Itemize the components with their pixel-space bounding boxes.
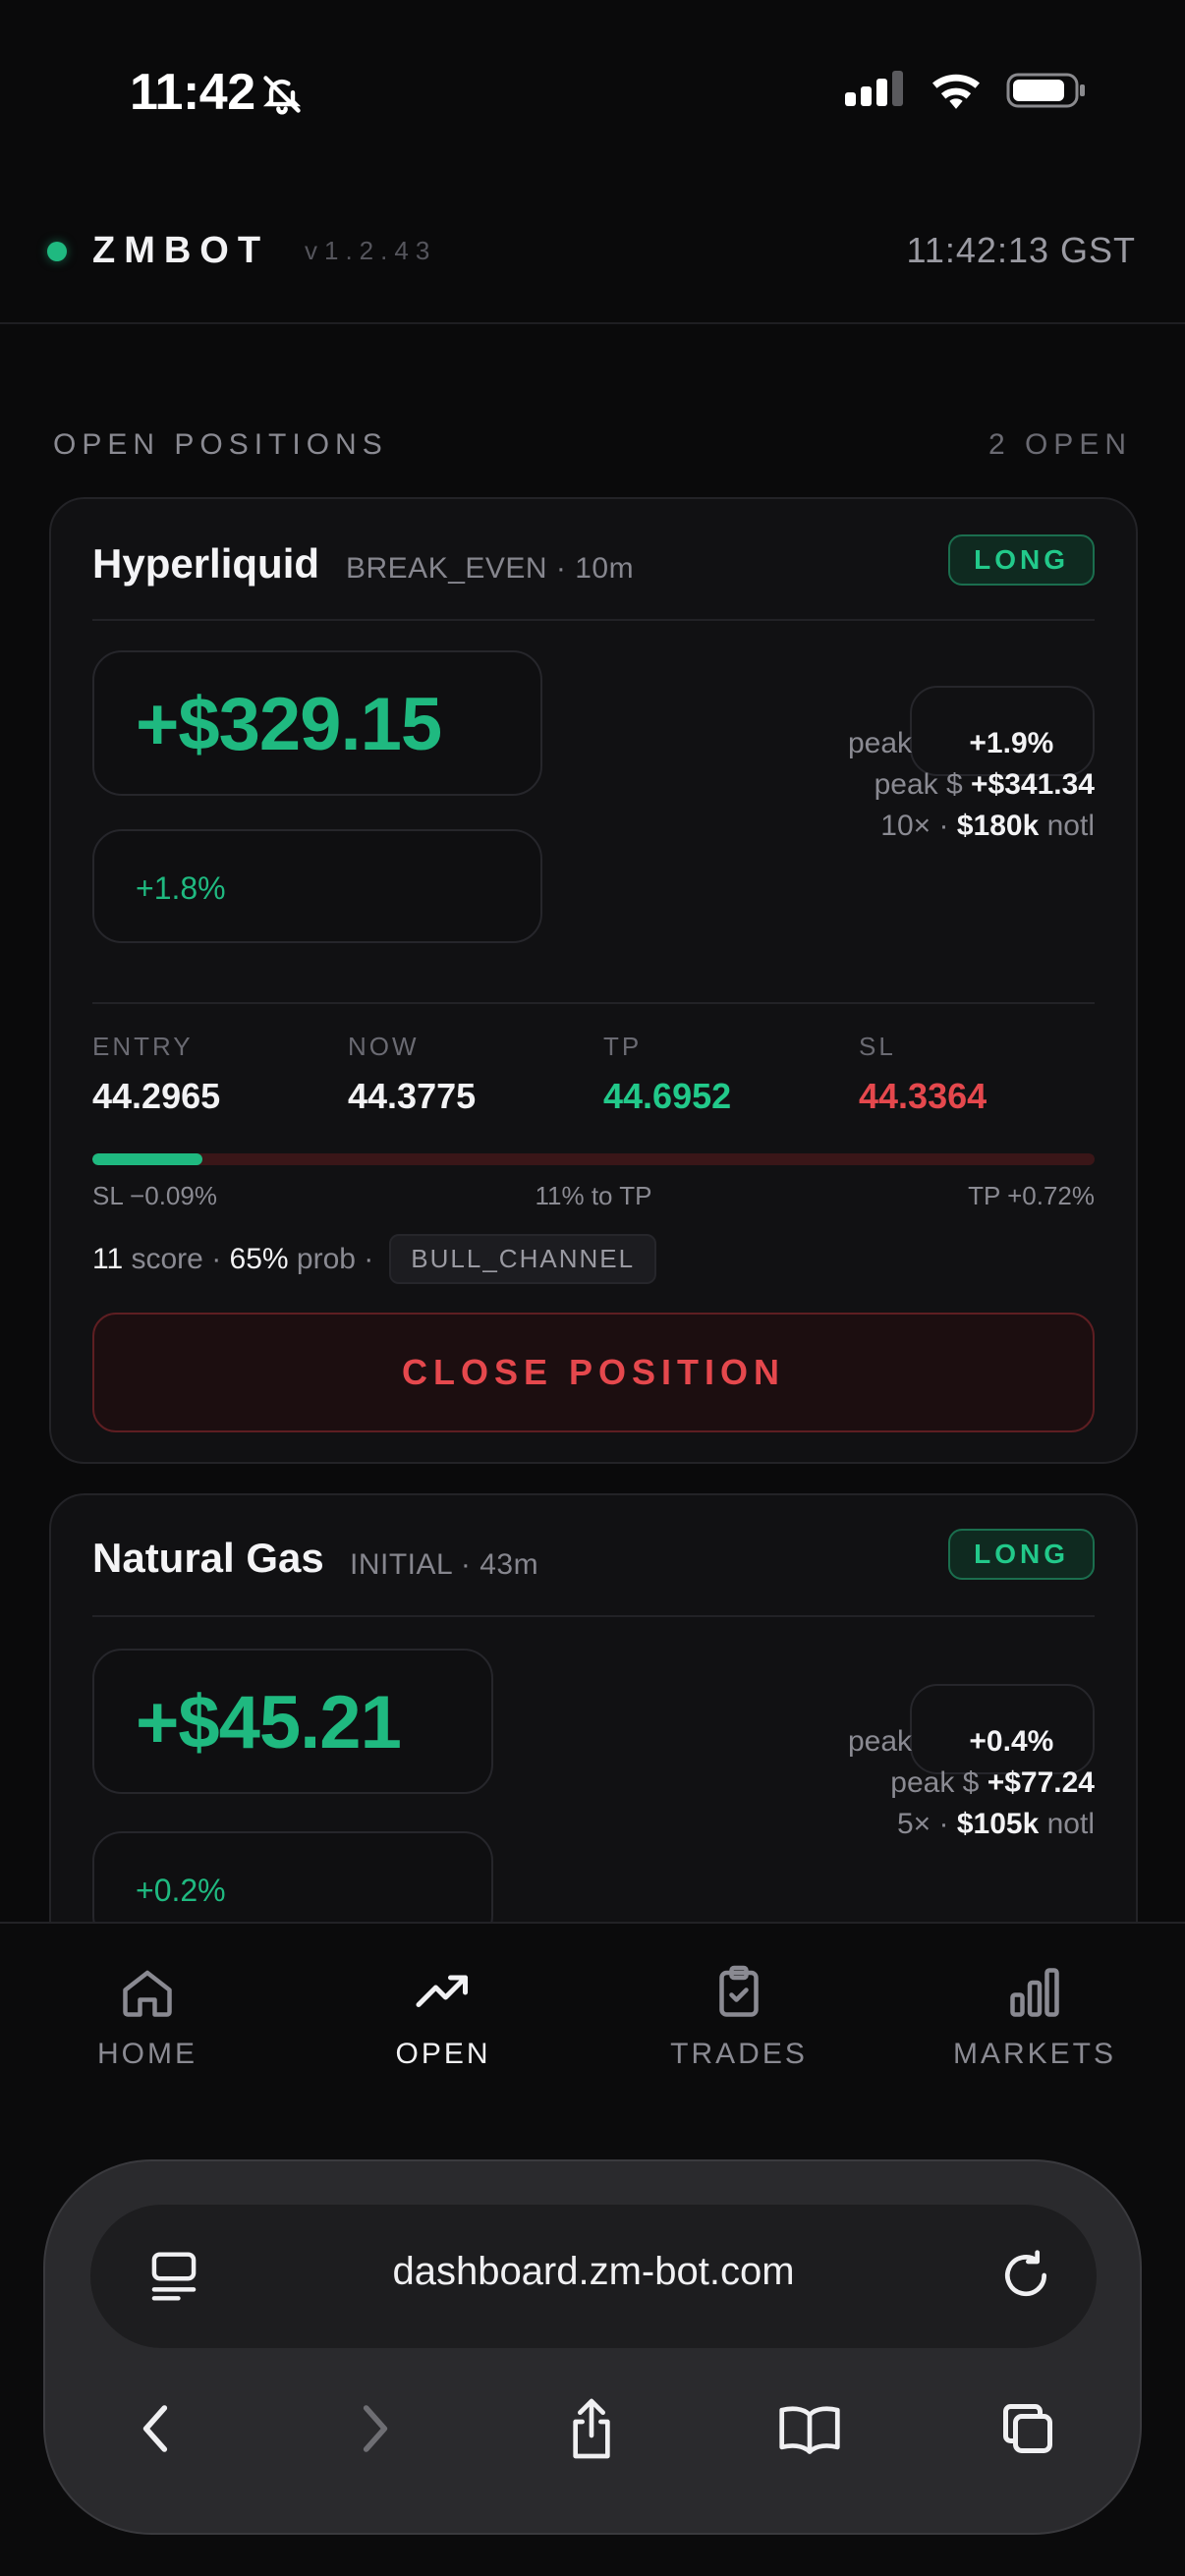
card-header: Natural Gas INITIAL · 43m LONG <box>92 1495 1095 1617</box>
asset-name: Natural Gas <box>92 1535 324 1581</box>
position-card: Hyperliquid BREAK_EVEN · 10m LONG +$329.… <box>49 497 1138 1464</box>
tab-home[interactable]: HOME <box>0 1963 295 2071</box>
tp-distance: TP +0.72% <box>968 1181 1095 1210</box>
status-bar: 11:42 <box>0 0 1185 187</box>
position-card: Natural Gas INITIAL · 43m LONG +$45.21 +… <box>49 1493 1138 1985</box>
current-price: 44.3775 <box>348 1076 477 1116</box>
bookmarks-button[interactable] <box>770 2389 849 2468</box>
pnl-value: +$45.21 <box>136 1681 402 1764</box>
sl-stat: SL 44.3364 <box>859 1032 988 1116</box>
pnl-percent-box: +1.8% <box>92 829 542 943</box>
trending-up-icon <box>416 1975 468 2007</box>
peak-percent-row: peak +1.9% <box>847 727 1054 759</box>
leverage-row: 10× · $180k notl <box>880 810 1095 842</box>
tp-progress-bar <box>92 1153 1095 1165</box>
take-profit-price: 44.6952 <box>603 1076 732 1116</box>
browser-toolbar: dashboard.zm-bot.com <box>43 2159 1142 2535</box>
url-text: dashboard.zm-bot.com <box>392 2250 795 2293</box>
asset-name: Hyperliquid <box>92 540 320 587</box>
share-icon <box>573 2398 610 2459</box>
tab-trades[interactable]: TRADES <box>592 1963 886 2071</box>
now-stat: NOW 44.3775 <box>348 1032 477 1116</box>
wifi-icon <box>932 74 980 109</box>
tp-stat: TP 44.6952 <box>603 1032 732 1116</box>
pnl-box: +$329.15 <box>92 650 542 796</box>
header-clock: 11:42:13 GST <box>906 230 1136 270</box>
card-header: Hyperliquid BREAK_EVEN · 10m LONG <box>92 499 1095 621</box>
leverage-row: 5× · $105k notl <box>896 1808 1095 1840</box>
address-bar[interactable]: dashboard.zm-bot.com <box>90 2205 1097 2348</box>
app-version: v1.2.43 <box>305 236 437 265</box>
signal-score: 11 score · 65% prob · BULL_CHANNEL <box>92 1234 657 1284</box>
pnl-percent: +1.8% <box>136 870 226 906</box>
asset-meta: BREAK_EVEN · 10m <box>346 552 635 585</box>
progress-labels: SL −0.09% 11% to TP TP +0.72% <box>92 1181 1095 1216</box>
connection-status-dot <box>47 242 67 261</box>
price-stats: ENTRY 44.2965 NOW 44.3775 TP 44.6952 SL … <box>92 1032 1095 1120</box>
peak-stats: peak +1.9% peak $ +$341.34 10× · $180k n… <box>848 723 1095 847</box>
forward-button[interactable] <box>336 2389 415 2468</box>
entry-stat: ENTRY 44.2965 <box>92 1032 221 1116</box>
stop-loss-price: 44.3364 <box>859 1076 988 1116</box>
bar-chart-icon <box>1010 1968 1059 2017</box>
pnl-percent: +0.2% <box>136 1873 226 1908</box>
to-tp-label: 11% to TP <box>535 1181 652 1210</box>
tabs-button[interactable] <box>988 2389 1067 2468</box>
peak-usd-row: peak $ +$341.34 <box>874 768 1095 801</box>
side-badge: LONG <box>948 534 1095 586</box>
open-count: 2 OPEN <box>988 428 1132 461</box>
clipboard-check-icon <box>719 1965 759 2017</box>
regime-tag: BULL_CHANNEL <box>389 1234 657 1284</box>
brand-logo: ZMBOT <box>92 230 270 271</box>
entry-price: 44.2965 <box>92 1076 221 1116</box>
asset-meta: INITIAL · 43m <box>350 1548 539 1581</box>
peak-stats: peak +0.4% peak $ +$77.24 5× · $105k not… <box>848 1721 1095 1845</box>
back-button[interactable] <box>116 2389 195 2468</box>
tp-progress-fill <box>92 1153 203 1165</box>
peak-percent-row: peak +0.4% <box>847 1725 1054 1758</box>
pnl-box: +$45.21 <box>92 1649 493 1794</box>
tab-open[interactable]: OPEN <box>296 1963 591 2071</box>
share-button[interactable] <box>552 2389 631 2468</box>
bell-muted-icon <box>262 76 302 115</box>
section-title: OPEN POSITIONS <box>53 428 388 461</box>
pnl-value: +$329.15 <box>136 683 442 766</box>
peak-usd-row: peak $ +$77.24 <box>890 1766 1095 1799</box>
home-icon <box>123 1970 172 2017</box>
tab-markets[interactable]: MARKETS <box>887 1963 1182 2071</box>
app-header: ZMBOT v1.2.43 11:42:13 GST <box>0 187 1185 324</box>
reload-icon[interactable] <box>998 2246 1053 2305</box>
status-time: 11:42 <box>130 64 255 121</box>
cellular-signal-icon <box>845 71 903 106</box>
close-position-button[interactable]: CLOSE POSITION <box>92 1313 1095 1432</box>
card-divider <box>92 1002 1095 1004</box>
chevron-right-icon <box>363 2405 388 2452</box>
tabs-icon <box>1003 2404 1052 2453</box>
battery-icon <box>1006 73 1085 108</box>
chevron-left-icon <box>142 2405 168 2452</box>
side-badge: LONG <box>948 1529 1095 1580</box>
book-icon <box>779 2406 840 2454</box>
